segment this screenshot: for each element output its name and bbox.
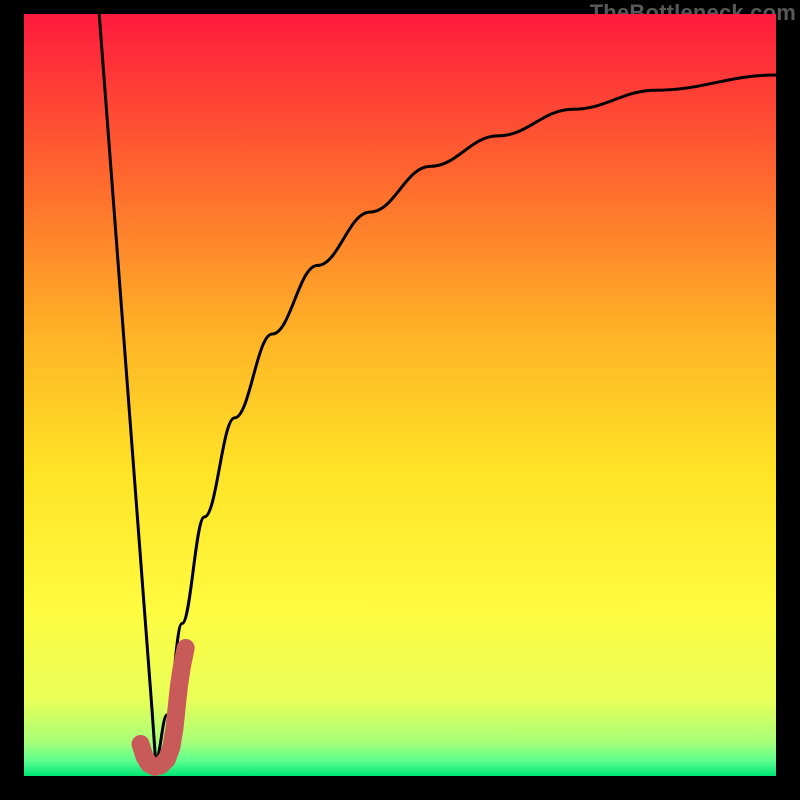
frame-bottom [0, 776, 800, 800]
bottleneck-chart [24, 14, 776, 776]
plot-area [24, 14, 776, 776]
chart-background-gradient [24, 14, 776, 776]
frame-left [0, 0, 24, 800]
frame-right [776, 0, 800, 800]
